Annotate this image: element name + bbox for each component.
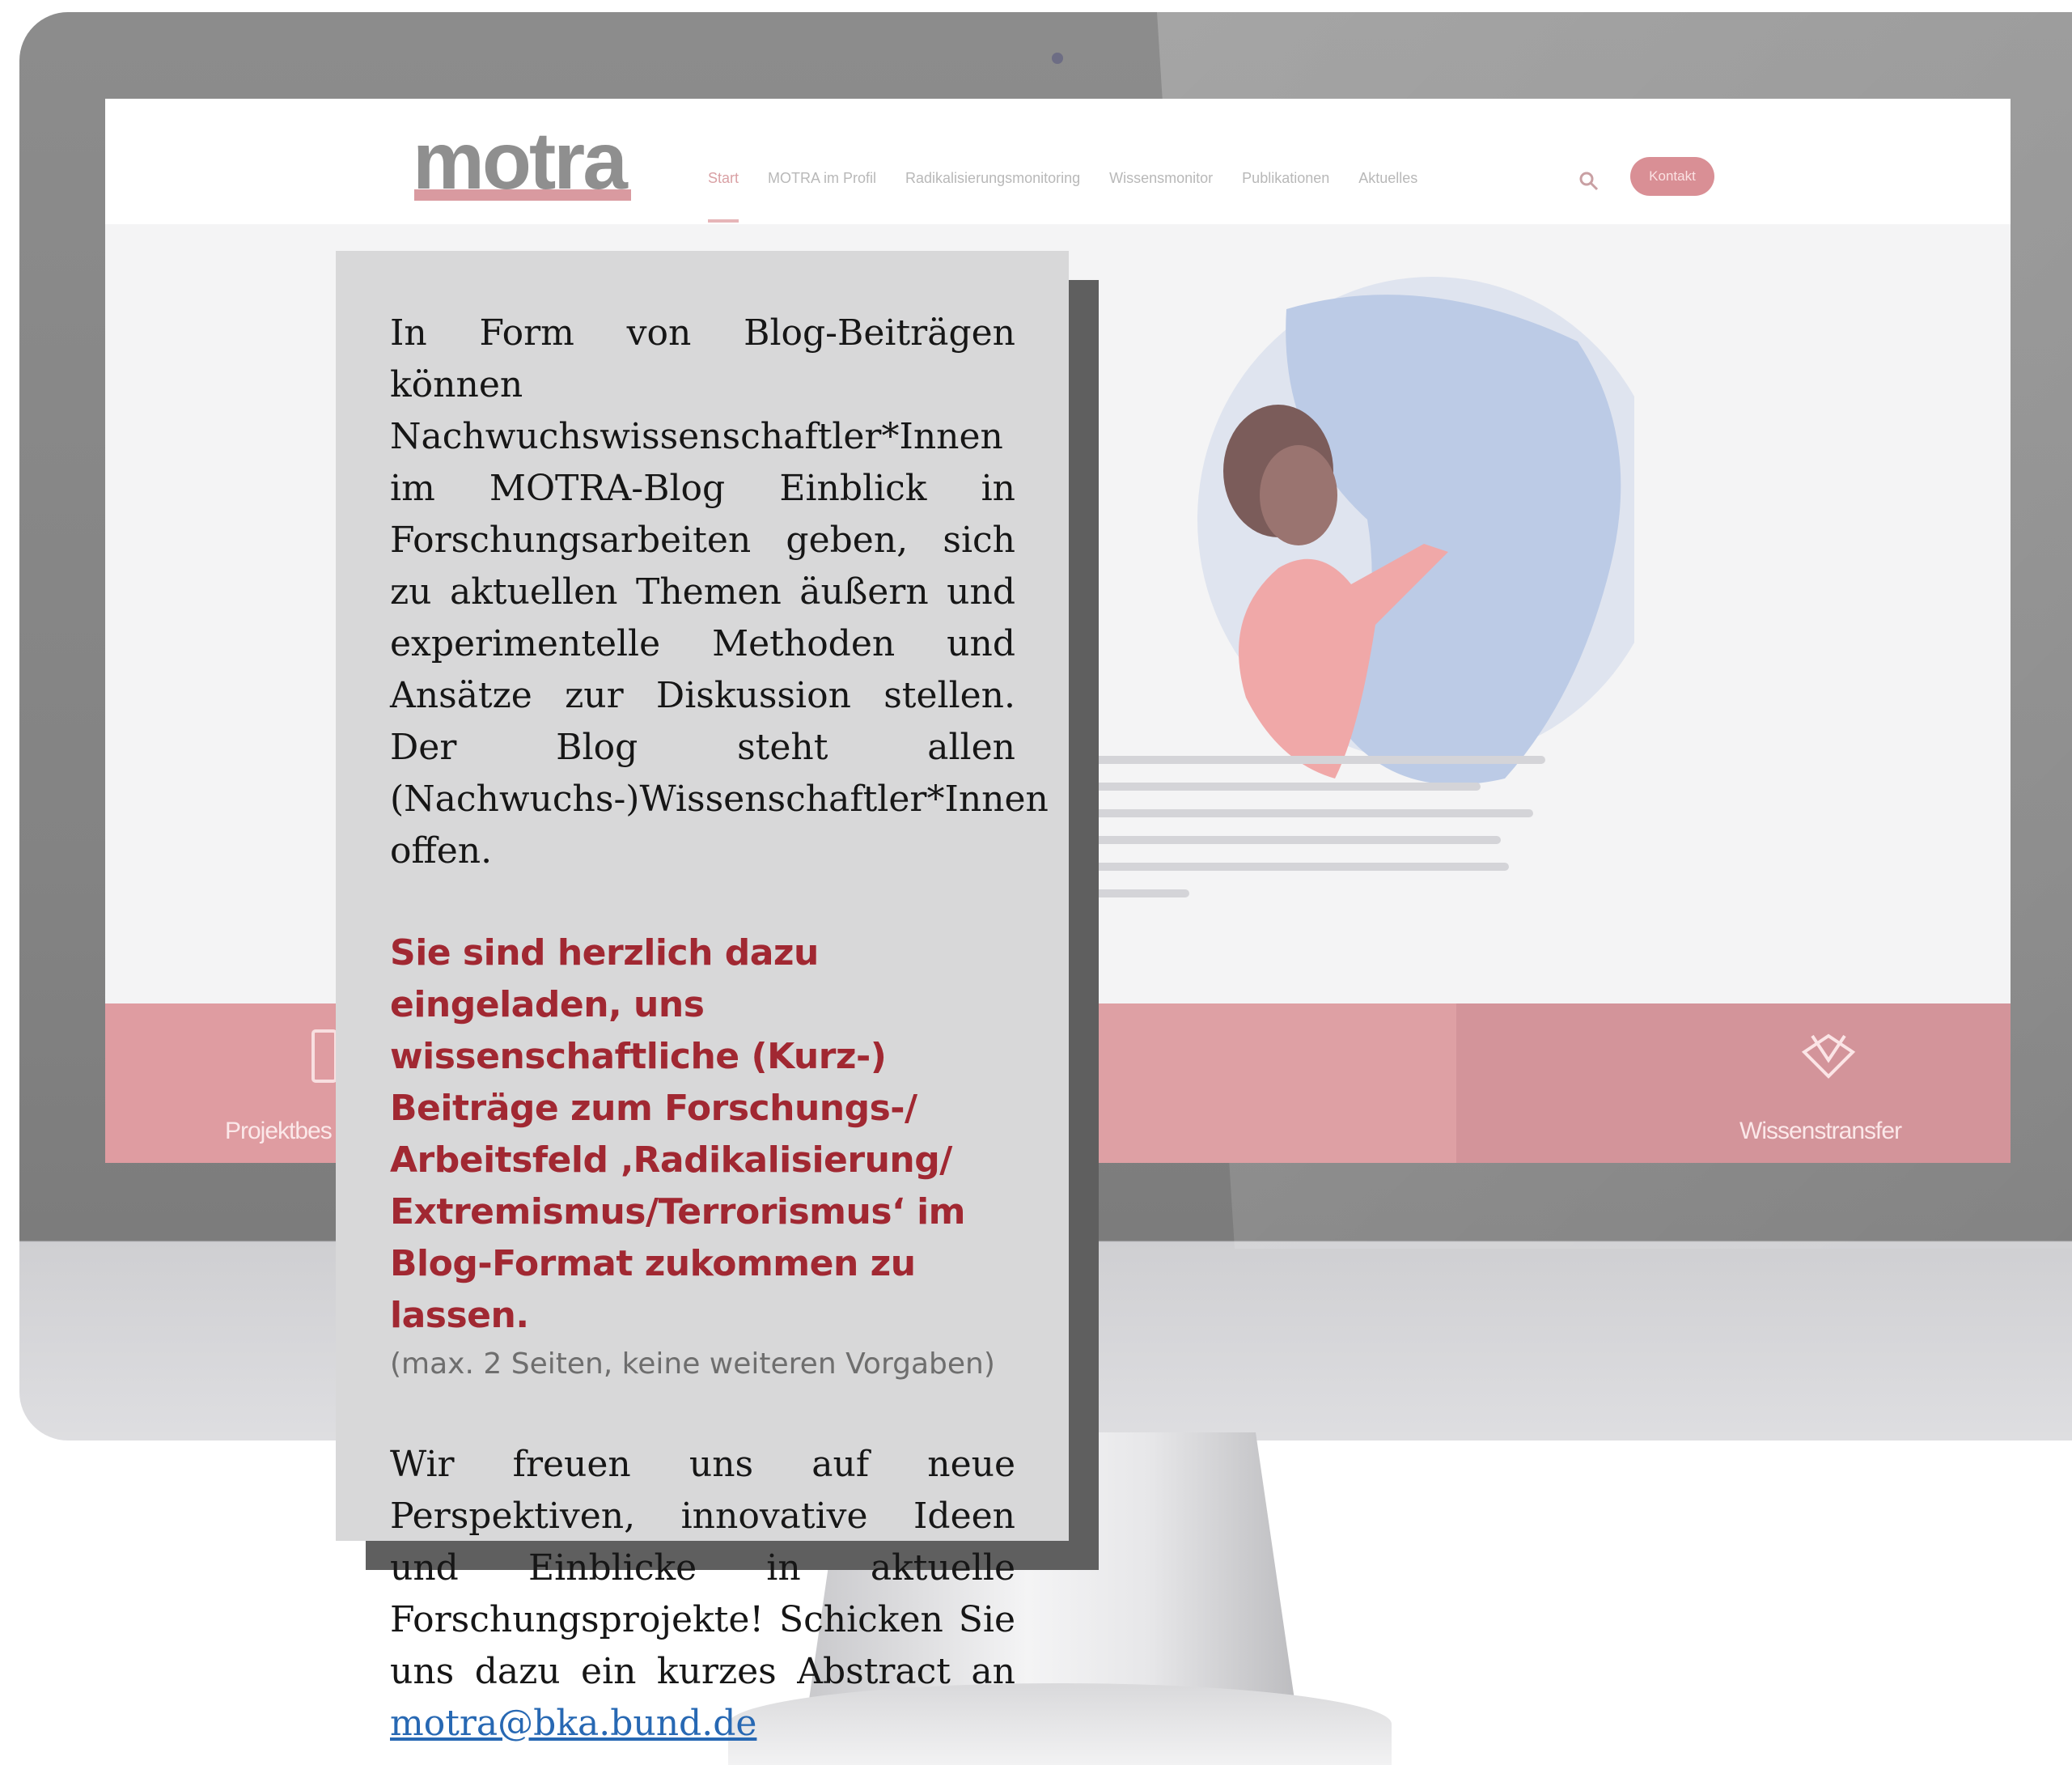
invitation-heading: Sie sind herzlich dazu eingeladen, uns w… — [390, 932, 966, 1336]
nav-item-aktuelles[interactable]: Aktuelles — [1358, 170, 1417, 223]
intro-text-line — [1060, 863, 1509, 871]
intro-text-line — [1060, 836, 1501, 844]
blog-info-card: In Form von Blog-Beiträgen können Nachwu… — [336, 251, 1069, 1744]
camera-dot — [1052, 53, 1063, 64]
site-header: motra Start MOTRA im Profil Radikalisier… — [105, 99, 2011, 224]
nav-item-wissensmonitor[interactable]: Wissensmonitor — [1109, 170, 1213, 223]
intro-text-line — [1060, 783, 1481, 791]
feature-label: Projektbes — [225, 1118, 333, 1144]
search-icon[interactable] — [1578, 170, 1600, 193]
main-nav: Start MOTRA im Profil Radikalisierungsmo… — [708, 170, 1417, 223]
logo-underline — [414, 189, 631, 201]
closing-paragraph: Wir freuen uns auf neue Perspektiven, in… — [390, 1439, 1015, 1750]
intro-text-line — [1060, 756, 1545, 764]
intro-paragraph: In Form von Blog-Beiträgen können Nachwu… — [390, 312, 1049, 872]
feature-label: Wissenstransfer — [1739, 1118, 1902, 1144]
hero-illustration — [1197, 277, 1634, 785]
intro-text-line — [1060, 809, 1533, 817]
nav-item-profil[interactable]: MOTRA im Profil — [768, 170, 876, 223]
handshake-icon — [1801, 1033, 1856, 1079]
nav-item-publikationen[interactable]: Publikationen — [1242, 170, 1329, 223]
nav-item-monitoring[interactable]: Radikalisierungsmonitoring — [905, 170, 1080, 223]
submission-note: (max. 2 Seiten, keine weiteren Vorgaben) — [390, 1347, 995, 1381]
clipboard-icon — [311, 1029, 337, 1083]
feature-wissenstransfer[interactable]: Wissenstransfer — [1456, 1003, 2011, 1163]
closing-text: Wir freuen uns auf neue Perspektiven, in… — [390, 1444, 1015, 1692]
nav-item-start[interactable]: Start — [708, 170, 739, 223]
email-link[interactable]: motra@bka.bund.de — [390, 1703, 756, 1744]
contact-button[interactable]: Kontakt — [1630, 157, 1714, 196]
